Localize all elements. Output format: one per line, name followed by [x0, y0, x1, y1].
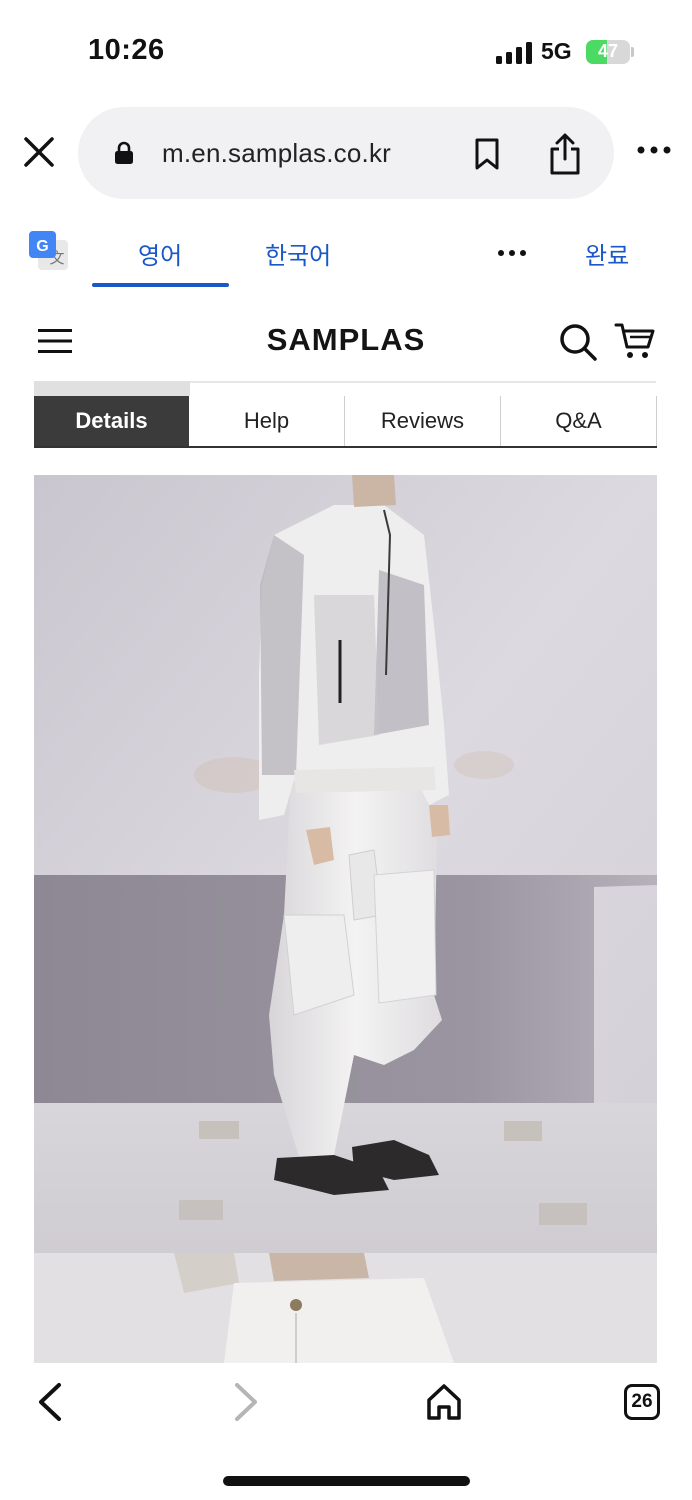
- address-bar[interactable]: m.en.samplas.co.kr: [78, 107, 614, 199]
- battery-icon: 47: [586, 40, 630, 64]
- tabs-shadow: [34, 381, 190, 397]
- bookmark-icon[interactable]: [474, 138, 500, 170]
- site-header: SAMPLAS: [0, 300, 692, 382]
- more-icon[interactable]: [636, 143, 672, 157]
- translate-more-icon[interactable]: [497, 248, 527, 258]
- search-icon[interactable]: [558, 322, 598, 362]
- battery-cap: [631, 47, 634, 57]
- active-tab-indicator: [92, 283, 229, 287]
- status-time: 10:26: [88, 34, 165, 66]
- translate-done-button[interactable]: 완료: [585, 236, 629, 271]
- target-language-tab[interactable]: 한국어: [265, 236, 331, 271]
- cart-icon[interactable]: [614, 322, 656, 360]
- share-icon[interactable]: [548, 133, 582, 175]
- tab-reviews[interactable]: Reviews: [345, 396, 501, 446]
- home-indicator: [223, 1476, 470, 1486]
- url-text: m.en.samplas.co.kr: [162, 138, 392, 168]
- svg-text:G: G: [36, 238, 48, 255]
- product-photo-detail: [34, 1253, 657, 1363]
- tab-details[interactable]: Details: [34, 396, 189, 446]
- forward-icon[interactable]: [232, 1382, 260, 1422]
- battery-percent: 47: [597, 41, 619, 61]
- signal-icon: [496, 42, 532, 64]
- browser-address-row: m.en.samplas.co.kr: [0, 105, 692, 201]
- tab-qna[interactable]: Q&A: [501, 396, 657, 446]
- network-type: 5G: [541, 38, 572, 64]
- translate-bar: 文 G 영어 한국어 완료: [0, 218, 692, 290]
- google-translate-icon: 文 G: [29, 231, 68, 270]
- product-tabs: Details Help Reviews Q&A: [34, 396, 657, 448]
- back-icon[interactable]: [36, 1382, 64, 1422]
- home-icon[interactable]: [425, 1382, 463, 1422]
- status-bar: 10:26 5G 47: [0, 0, 692, 100]
- source-language-tab[interactable]: 영어: [138, 236, 182, 271]
- close-icon[interactable]: [22, 135, 56, 169]
- product-photo: [34, 475, 657, 1253]
- lock-icon: [115, 141, 133, 164]
- tabs-icon[interactable]: 26: [624, 1384, 660, 1420]
- tab-help[interactable]: Help: [189, 396, 345, 446]
